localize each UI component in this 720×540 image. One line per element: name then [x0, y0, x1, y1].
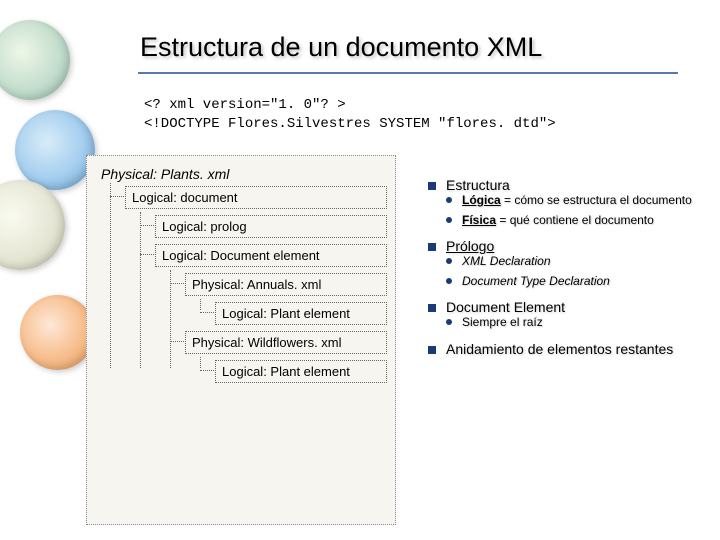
outline-heading: Document Element — [446, 299, 565, 315]
outline-subitem: Física = qué contiene el documento — [446, 213, 718, 229]
outline-subitem: Document Type Declaration — [446, 274, 718, 290]
outline-item: Prólogo XML Declaration Document Type De… — [428, 238, 718, 289]
page-title: Estructura de un documento XML — [140, 32, 542, 63]
outline-item: Anidamiento de elementos restantes — [428, 341, 718, 357]
tree-node: Logical: Document element — [155, 244, 387, 267]
tree-root: Physical: Plants. xml — [95, 162, 387, 186]
tree-node: Logical: Plant element — [215, 302, 387, 325]
code-line-1: <? xml version="1. 0"? > — [144, 97, 346, 113]
clock-icon — [0, 180, 65, 270]
outline-item: Estructura Lógica = cómo se estructura e… — [428, 177, 718, 228]
document-tree: Physical: Plants. xml Logical: document … — [86, 155, 396, 525]
outline-subitem: Siempre el raíz — [446, 315, 718, 331]
clock-icon — [0, 20, 70, 100]
title-underline — [138, 72, 678, 74]
tree-node: Logical: Plant element — [215, 360, 387, 383]
tree-node: Logical: prolog — [155, 215, 387, 238]
outline-heading: Estructura — [446, 177, 510, 193]
tree-node: Logical: document — [125, 186, 387, 209]
outline-item: Document Element Siempre el raíz — [428, 299, 718, 331]
decorative-sidebar — [0, 0, 88, 540]
tree-node: Physical: Wildflowers. xml — [185, 331, 387, 354]
xml-code-sample: <? xml version="1. 0"? > <!DOCTYPE Flore… — [144, 96, 556, 134]
outline-subitem: XML Declaration — [446, 254, 718, 270]
content-outline: Estructura Lógica = cómo se estructura e… — [428, 177, 718, 367]
outline-subitem: Lógica = cómo se estructura el documento — [446, 193, 718, 209]
tree-node: Physical: Annuals. xml — [185, 273, 387, 296]
outline-heading: Anidamiento de elementos restantes — [446, 341, 673, 357]
clock-icon — [20, 295, 95, 370]
code-line-2: <!DOCTYPE Flores.Silvestres SYSTEM "flor… — [144, 116, 556, 132]
outline-heading: Prólogo — [446, 238, 494, 254]
clock-icon — [15, 110, 95, 190]
